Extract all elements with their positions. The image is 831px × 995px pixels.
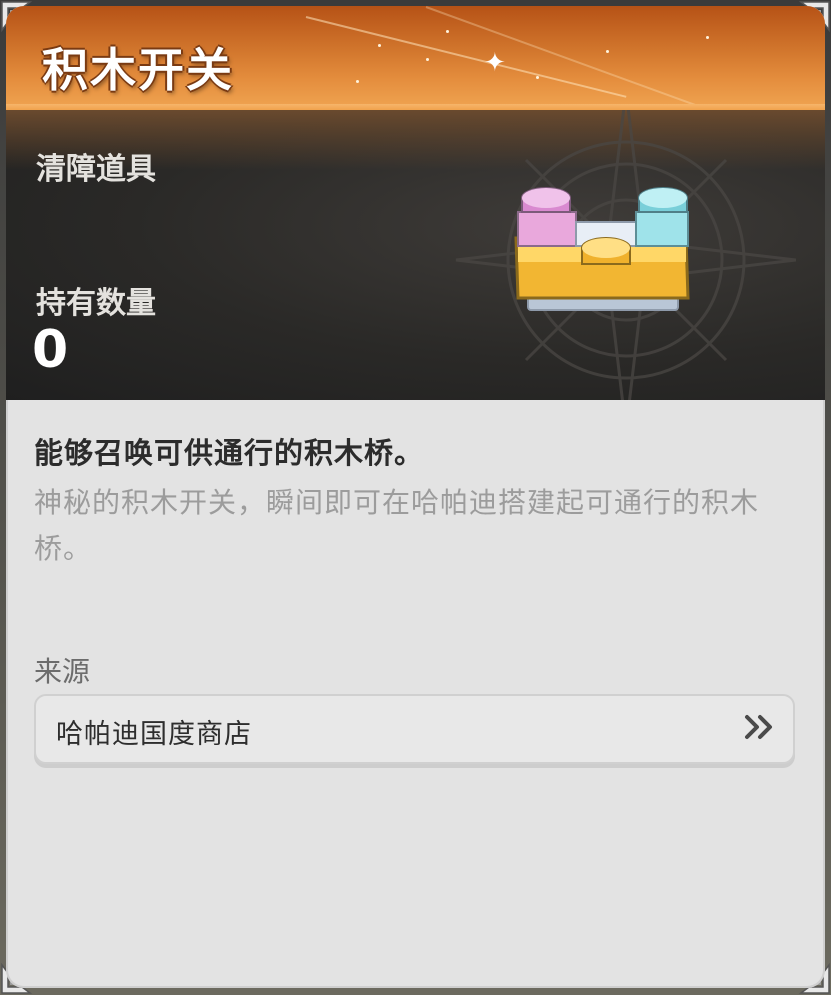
star-dot [378,44,381,47]
star-dot [536,76,539,79]
source-shop-button[interactable]: 哈帕迪国度商店 [34,694,795,764]
star-dot [706,36,709,39]
header-streak [305,16,627,98]
item-info-panel: 清障道具 持有数量 0 [6,110,825,400]
source-label: 来源 [34,655,91,688]
item-category: 清障道具 [36,152,156,187]
item-description-title: 能够召唤可供通行的积木桥。 [34,436,425,470]
item-name: 积木开关 [42,43,234,97]
quantity-label: 持有数量 [36,286,156,321]
star-dot [606,50,609,53]
double-chevron-right-icon [745,715,772,739]
quantity-value: 0 [32,320,69,380]
item-header: ✦ 积木开关 [6,6,825,110]
item-detail-card: ✦ 积木开关 清障道具 持有数量 0 能够召唤可供通行的积木桥。 神秘的积木开关… [6,6,825,988]
item-description-body: 神秘的积木开关，瞬间即可在哈帕迪搭建起可通行的积木桥。 [34,486,760,565]
star-dot [356,80,359,83]
toy-brick-switch-icon [514,187,690,311]
star-dot [446,30,449,33]
dialog-frame: ✦ 积木开关 清障道具 持有数量 0 能够召唤可供通行的积木桥。 神秘的积木开关… [0,0,831,995]
sparkle-icon: ✦ [484,48,506,78]
star-dot [426,58,429,61]
source-shop-label: 哈帕迪国度商店 [56,719,252,750]
